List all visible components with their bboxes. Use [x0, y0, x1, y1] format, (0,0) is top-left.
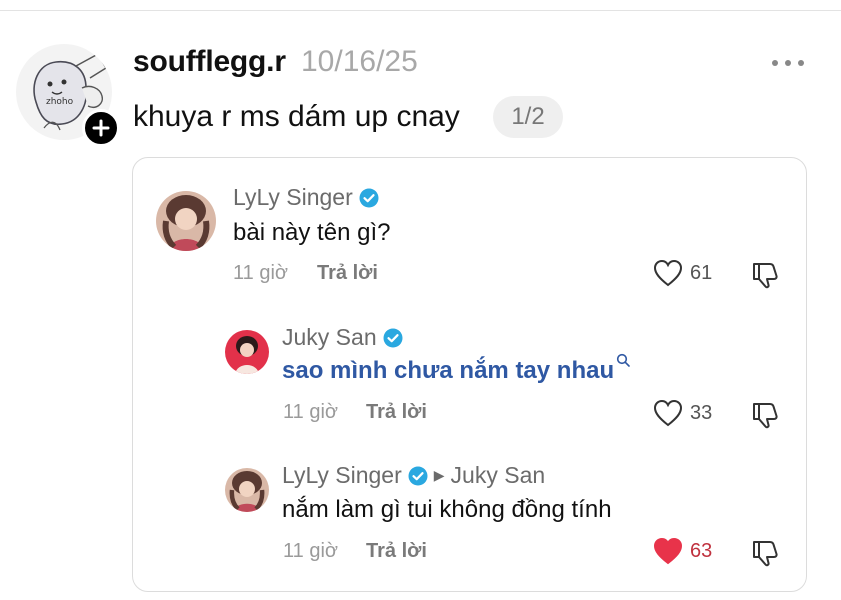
more-options-button[interactable] [766, 48, 810, 78]
comment-avatar[interactable] [156, 191, 216, 251]
svg-text:zhoho: zhoho [46, 97, 74, 107]
song-link[interactable]: sao mình chưa nắm tay nhau [282, 353, 630, 385]
thumbs-down-icon [753, 541, 778, 567]
comment-avatar[interactable] [225, 468, 269, 512]
search-icon [616, 353, 630, 367]
reply-button[interactable]: Trả lời [317, 262, 378, 285]
song-title[interactable]: sao mình chưa nắm tay nhau [282, 357, 614, 385]
post-caption: khuya r ms dám up cnay [133, 100, 460, 133]
thumbs-down-icon [753, 263, 778, 289]
comment-author[interactable]: LyLy Singer [282, 462, 402, 489]
reply-button[interactable]: Trả lời [366, 540, 427, 563]
post-username[interactable]: soufflegg.r [133, 45, 286, 79]
comment-header: LyLy Singer [233, 184, 379, 211]
like-button[interactable]: 33 [653, 399, 712, 427]
thumbs-down-icon [753, 403, 778, 429]
dislike-button[interactable] [750, 398, 782, 430]
avatar-photo [156, 191, 216, 251]
more-dots-icon [798, 60, 804, 66]
follow-button[interactable] [82, 109, 120, 147]
comment-author[interactable]: LyLy Singer [233, 184, 353, 211]
like-count: 33 [690, 401, 713, 424]
comment-header: LyLy Singer ▶ Juky San [282, 462, 545, 489]
reply-button[interactable]: Trả lời [366, 401, 427, 424]
post-date: 10/16/25 [301, 45, 418, 78]
comment-author[interactable]: Juky San [282, 324, 377, 351]
heart-icon [653, 537, 683, 565]
like-button[interactable]: 61 [653, 259, 712, 287]
like-count: 61 [690, 261, 713, 284]
verified-check-icon [408, 466, 428, 486]
dislike-button[interactable] [750, 536, 782, 568]
comment-header: Juky San [282, 324, 403, 351]
comment-time: 11 giờ [283, 401, 338, 423]
comment-screenshot-card[interactable]: LyLy Singer bài này tên gì? 11 giờ Trả l… [132, 157, 807, 592]
like-count: 63 [690, 539, 713, 562]
top-divider [0, 10, 841, 11]
reply-to-author[interactable]: Juky San [451, 462, 546, 489]
comment-time: 11 giờ [233, 262, 288, 284]
play-arrow-icon: ▶ [433, 467, 445, 483]
comment-text: bài này tên gì? [233, 219, 391, 246]
comment-text: nắm làm gì tui không đồng tính [282, 496, 612, 523]
dislike-button[interactable] [750, 258, 782, 290]
verified-check-icon [383, 328, 403, 348]
plus-icon [92, 119, 110, 137]
avatar-photo [225, 330, 269, 374]
comment-avatar[interactable] [225, 330, 269, 374]
more-dots-icon [785, 60, 791, 66]
heart-icon [653, 259, 683, 287]
heart-icon [653, 399, 683, 427]
comment-time: 11 giờ [283, 540, 338, 562]
page-indicator: 1/2 [493, 96, 563, 138]
like-button[interactable]: 63 [653, 537, 712, 565]
verified-check-icon [359, 188, 379, 208]
more-dots-icon [772, 60, 778, 66]
avatar-photo [225, 468, 269, 512]
